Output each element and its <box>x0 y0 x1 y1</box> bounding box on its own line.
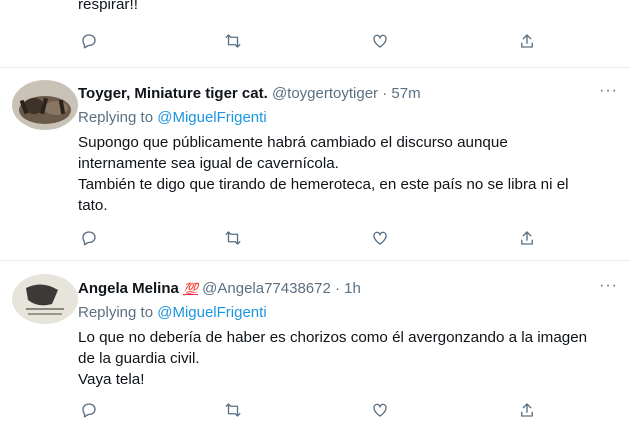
handle[interactable]: @toygertoytiger <box>272 85 378 102</box>
tweet-header: Toyger, Miniature tiger cat. @toygertoyt… <box>78 85 421 102</box>
like-icon[interactable] <box>371 229 393 251</box>
tweet-header: Angela Melina 💯 @Angela77438672 · 1h <box>78 280 361 297</box>
retweet-icon[interactable] <box>224 229 246 251</box>
tweet-actions <box>0 401 630 425</box>
replying-label: Replying to <box>78 109 154 126</box>
timestamp[interactable]: 57m <box>391 85 420 102</box>
tweet-text: respirar!! <box>78 0 138 13</box>
tweet-line: También te digo que tirando de hemerotec… <box>78 176 569 193</box>
tweet-actions <box>0 229 630 253</box>
display-name[interactable]: Toyger, Miniature tiger cat. <box>78 85 268 102</box>
tweet-line: de la guardia civil. <box>78 350 200 367</box>
tweet-actions <box>0 32 630 56</box>
separator: · <box>335 280 340 297</box>
tweet-angela[interactable]: Angela Melina 💯 @Angela77438672 · 1h ···… <box>0 261 630 420</box>
tweet-toyger[interactable]: Toyger, Miniature tiger cat. @toygertoyt… <box>0 68 630 258</box>
share-icon[interactable] <box>518 229 540 251</box>
retweet-icon[interactable] <box>224 32 246 54</box>
display-name[interactable]: Angela Melina <box>78 280 179 297</box>
tweet-line: Supongo que públicamente habrá cambiado … <box>78 134 508 151</box>
mention-link[interactable]: @MiguelFrigenti <box>157 109 266 126</box>
share-icon[interactable] <box>518 32 540 54</box>
tweet-text: Supongo que públicamente habrá cambiado … <box>78 132 618 216</box>
reply-icon[interactable] <box>80 229 102 251</box>
timestamp[interactable]: 1h <box>344 280 361 297</box>
replying-to: Replying to @MiguelFrigenti <box>78 109 267 126</box>
tweet-line: tato. <box>78 197 108 214</box>
more-options-icon[interactable]: ··· <box>599 277 618 295</box>
avatar[interactable] <box>12 274 78 324</box>
replying-to: Replying to @MiguelFrigenti <box>78 304 267 321</box>
tweet-line: Vaya tela! <box>78 371 145 388</box>
tweet-line: internamente sea igual de cavernícola. <box>78 155 339 172</box>
separator: · <box>382 85 388 102</box>
like-icon[interactable] <box>371 32 393 54</box>
handle[interactable]: @Angela77438672 <box>202 280 331 297</box>
more-options-icon[interactable]: ··· <box>599 82 618 100</box>
tweet-text: Lo que no debería de haber es chorizos c… <box>78 327 618 390</box>
avatar[interactable] <box>12 80 78 130</box>
mention-link[interactable]: @MiguelFrigenti <box>157 304 266 321</box>
hundred-points-icon: 💯 <box>183 282 198 296</box>
reply-icon[interactable] <box>80 32 102 54</box>
tweet-line: Lo que no debería de haber es chorizos c… <box>78 329 588 346</box>
replying-label: Replying to <box>78 304 154 321</box>
tweet-previous[interactable]: respirar!! <box>0 0 630 66</box>
